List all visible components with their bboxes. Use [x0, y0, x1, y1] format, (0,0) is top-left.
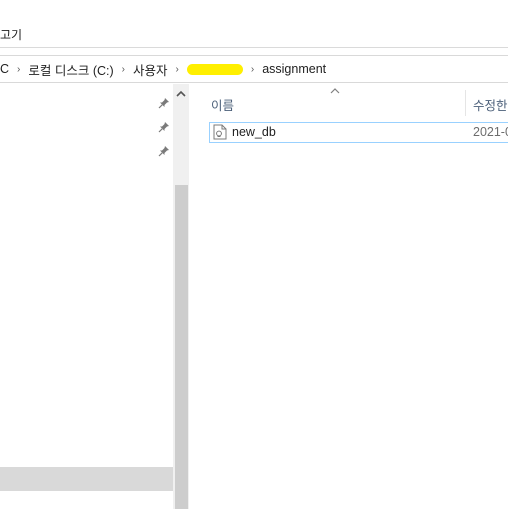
chevron-right-icon[interactable]: › — [17, 64, 20, 75]
file-list — [189, 84, 508, 509]
breadcrumb-pc[interactable]: C — [0, 62, 9, 76]
scrollbar-thumb[interactable] — [175, 185, 188, 509]
sort-ascending-icon — [330, 88, 340, 94]
chevron-right-icon[interactable]: › — [122, 64, 125, 75]
column-divider[interactable] — [465, 90, 466, 116]
breadcrumb-assignment[interactable]: assignment — [262, 62, 326, 76]
chevron-right-icon[interactable]: › — [251, 64, 254, 75]
pin-icon[interactable] — [158, 97, 170, 109]
file-explorer-window: 고기 C › 로컬 디스크 (C:) › 사용자 › › assignment — [0, 0, 508, 509]
column-header-modified[interactable]: 수정한 — [473, 95, 508, 114]
text-file-icon — [213, 124, 227, 140]
pin-icon[interactable] — [158, 145, 170, 157]
breadcrumb-users[interactable]: 사용자 — [133, 60, 168, 79]
ribbon-divider — [0, 47, 508, 48]
chevron-up-icon — [176, 90, 186, 97]
address-bar[interactable]: C › 로컬 디스크 (C:) › 사용자 › › assignment — [0, 55, 508, 83]
ribbon: 고기 — [0, 0, 508, 47]
scroll-up-button[interactable] — [173, 84, 189, 102]
breadcrumb-user-redacted[interactable] — [186, 63, 243, 75]
chevron-right-icon[interactable]: › — [176, 64, 179, 75]
nav-selected-item[interactable] — [0, 467, 173, 491]
pin-icon[interactable] — [158, 121, 170, 133]
file-name[interactable]: new_db — [232, 125, 276, 139]
column-header-name[interactable]: 이름 — [211, 95, 234, 114]
breadcrumb-local-disk[interactable]: 로컬 디스크 (C:) — [28, 60, 113, 79]
file-modified-date: 2021-0 — [473, 125, 508, 139]
ribbon-tab-label[interactable]: 고기 — [0, 26, 22, 43]
